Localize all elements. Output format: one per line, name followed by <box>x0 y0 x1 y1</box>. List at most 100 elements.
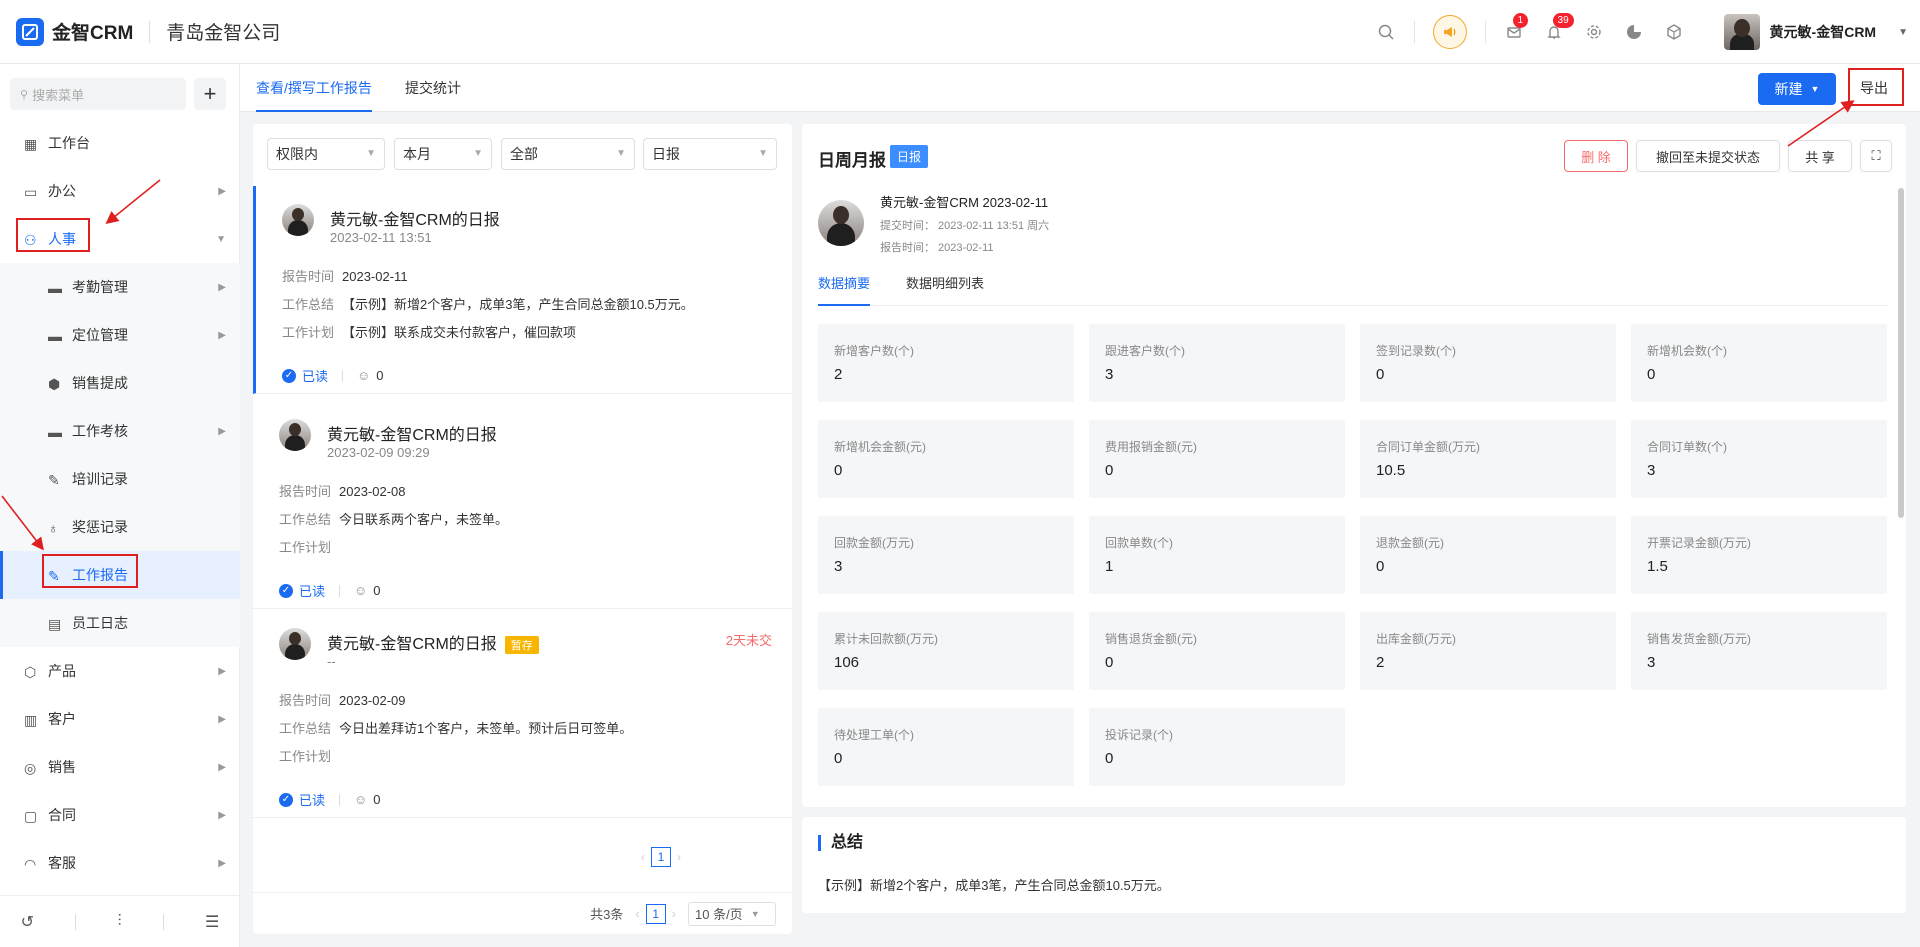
summary-text: 今日联系两个客户，未签单。 <box>339 512 509 527</box>
chevron-down-icon: ▼ <box>1898 26 1908 38</box>
collapse-menu-icon[interactable]: ☰ <box>205 912 219 932</box>
divider <box>149 20 151 43</box>
tab-submit-stats[interactable]: 提交统计 <box>405 64 461 112</box>
announcement-icon[interactable] <box>1432 15 1467 49</box>
chevron-down-icon: ▼ <box>758 148 768 159</box>
stat-card[interactable]: 费用报销金额(元) 0 <box>1089 420 1345 498</box>
report-card[interactable]: 黄元敏-金智CRM的日报 2023-02-11 13:51 报告时间 2023-0… <box>253 186 792 394</box>
report-card[interactable]: 黄元敏-金智CRM的日报 暂存 2天未交 -- 报告时间 2023-02-09 工作… <box>253 610 792 818</box>
logo[interactable]: 金智CRM <box>16 17 133 46</box>
bell-icon[interactable]: 39 <box>1543 13 1574 43</box>
stat-value: 0 <box>1376 366 1385 383</box>
stat-card[interactable]: 签到记录数(个) 0 <box>1360 324 1616 402</box>
message-icon[interactable]: 1 <box>1503 13 1529 43</box>
stat-card[interactable]: 跟进客户数(个) 3 <box>1089 324 1345 402</box>
stat-label: 累计未回款额(万元) <box>834 632 938 646</box>
comment-icon[interactable]: ☺ <box>357 368 370 383</box>
add-menu-button[interactable]: + <box>194 78 226 110</box>
sidebar-item-attendance[interactable]: ▬ 考勤管理 ▶ <box>0 263 240 311</box>
sidebar-item-staff-log[interactable]: ▤ 员工日志 <box>0 599 240 647</box>
stat-card[interactable]: 出库金额(万元) 2 <box>1360 612 1616 690</box>
settings-sliders-icon[interactable]: ⫶ <box>117 913 121 931</box>
divider <box>1413 21 1415 43</box>
stat-value: 3 <box>1105 366 1114 383</box>
pie-chart-icon[interactable] <box>1623 21 1645 43</box>
user-menu[interactable]: 黄元敏-金智CRM ▼ <box>1723 14 1908 50</box>
chevron-left-icon[interactable]: ‹ <box>635 906 639 921</box>
stat-value: 1 <box>1105 558 1114 575</box>
type-filter[interactable]: 日报 ▼ <box>643 138 777 170</box>
stat-card[interactable]: 合同订单金额(万元) 10.5 <box>1360 420 1616 498</box>
stat-card[interactable]: 开票记录金额(万元) 1.5 <box>1631 516 1887 594</box>
sidebar-item-location[interactable]: ▬ 定位管理 ▶ <box>0 311 240 359</box>
gear-icon[interactable] <box>1583 21 1605 43</box>
export-button[interactable]: 导出 <box>1848 71 1900 105</box>
revoke-button[interactable]: 撤回至未提交状态 <box>1636 140 1780 172</box>
stat-card[interactable]: 回款金额(万元) 3 <box>818 516 1074 594</box>
stat-card[interactable]: 退款金额(元) 0 <box>1360 516 1616 594</box>
stat-card[interactable]: 销售退货金额(元) 0 <box>1089 612 1345 690</box>
scrollbar[interactable] <box>1898 188 1904 518</box>
report-time: 2023-02-09 09:29 <box>327 445 430 460</box>
stat-card[interactable]: 新增客户数(个) 2 <box>818 324 1074 402</box>
sidebar-item-work-report[interactable]: ✎ 工作报告 <box>0 551 240 599</box>
page-size-select[interactable]: 10 条/页 ▼ <box>688 901 776 926</box>
sidebar-item-commission[interactable]: ⬢ 销售提成 <box>0 359 240 407</box>
plan-line: 工作计划 <box>279 537 339 556</box>
sidebar-item-hr[interactable]: ⚇ 人事 ▼ <box>0 215 240 263</box>
sidebar-item-sales[interactable]: ◎ 销售 ▶ <box>0 743 240 791</box>
tab-data-summary[interactable]: 数据摘要 <box>818 272 871 306</box>
sidebar-item-rewards[interactable]: ♁ 奖惩记录 <box>0 503 240 551</box>
comment-icon[interactable]: ☺ <box>354 583 367 598</box>
history-icon[interactable]: ↺ <box>21 912 34 932</box>
plan-line: 工作计划 【示例】联系成交未付款客户，催回款项 <box>282 322 576 341</box>
comment-count: 0 <box>376 368 384 383</box>
search-input[interactable]: ⚲ 搜索菜单 <box>10 78 186 110</box>
comment-icon[interactable]: ☺ <box>354 792 367 807</box>
sidebar-item-assessment[interactable]: ▬ 工作考核 ▶ <box>0 407 240 455</box>
stat-value: 106 <box>834 654 860 671</box>
stat-value: 2 <box>834 366 843 383</box>
chevron-right-icon: ▶ <box>218 425 226 437</box>
tab-view-report[interactable]: 查看/撰写工作报告 <box>256 64 372 112</box>
new-button[interactable]: 新建 ▼ <box>1758 73 1836 105</box>
stat-card[interactable]: 销售发货金额(万元) 3 <box>1631 612 1887 690</box>
report-card[interactable]: 黄元敏-金智CRM的日报 2023-02-09 09:29 报告时间 2023-0… <box>253 401 792 609</box>
stat-card[interactable]: 新增机会金额(元) 0 <box>818 420 1074 498</box>
sidebar-item-service[interactable]: ◠ 客服 ▶ <box>0 839 240 887</box>
stat-card[interactable]: 累计未回款额(万元) 106 <box>818 612 1074 690</box>
chevron-left-icon[interactable]: ‹ <box>641 850 645 864</box>
chevron-right-icon[interactable]: › <box>672 906 676 921</box>
stat-label: 回款金额(万元) <box>834 536 914 550</box>
avatar <box>1723 14 1760 50</box>
folder-icon: ▬ <box>48 280 62 296</box>
stat-card[interactable]: 合同订单数(个) 3 <box>1631 420 1887 498</box>
page-number[interactable]: 1 <box>651 847 671 867</box>
field-label: 工作总结 <box>282 297 335 312</box>
sidebar-item-product[interactable]: ⬡ 产品 ▶ <box>0 647 240 695</box>
sidebar-item-workbench[interactable]: ▦ 工作台 <box>0 119 240 167</box>
page-number[interactable]: 1 <box>645 903 666 924</box>
status-filter[interactable]: 全部 ▼ <box>501 138 635 170</box>
chevron-right-icon[interactable]: › <box>677 850 681 864</box>
sidebar-item-contract[interactable]: ▢ 合同 ▶ <box>0 791 240 839</box>
company-name[interactable]: 青岛金智公司 <box>166 18 280 45</box>
sidebar-item-customer[interactable]: ▥ 客户 ▶ <box>0 695 240 743</box>
cube-icon[interactable] <box>1663 21 1685 43</box>
stat-card[interactable]: 待处理工单(个) 0 <box>818 708 1074 786</box>
stat-card[interactable]: 投诉记录(个) 0 <box>1089 708 1345 786</box>
logo-icon <box>16 17 44 46</box>
stat-card[interactable]: 新增机会数(个) 0 <box>1631 324 1887 402</box>
tab-data-list[interactable]: 数据明细列表 <box>906 272 984 306</box>
share-button[interactable]: 共 享 <box>1788 140 1852 172</box>
search-icon[interactable] <box>1375 21 1397 43</box>
computer-icon: ▭ <box>24 184 38 200</box>
scope-filter[interactable]: 权限内 ▼ <box>267 138 385 170</box>
fullscreen-icon[interactable]: ⛶ <box>1860 140 1892 172</box>
bar-chart-icon: ▥ <box>24 712 38 728</box>
period-filter[interactable]: 本月 ▼ <box>394 138 492 170</box>
sidebar-item-office[interactable]: ▭ 办公 ▶ <box>0 167 240 215</box>
delete-button[interactable]: 删 除 <box>1564 140 1628 172</box>
stat-card[interactable]: 回款单数(个) 1 <box>1089 516 1345 594</box>
sidebar-item-training[interactable]: ✎ 培训记录 <box>0 455 240 503</box>
